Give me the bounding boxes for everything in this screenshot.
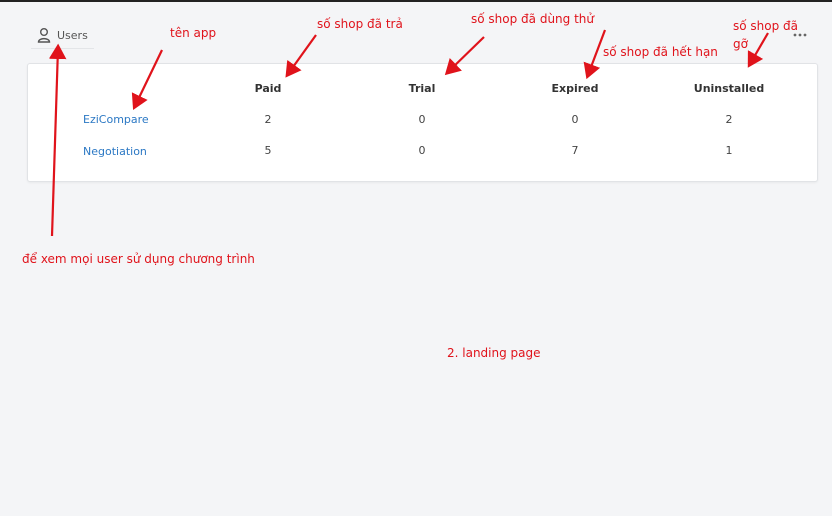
arrow-users [48,43,67,237]
arrow-app-name [131,49,163,110]
arrow-paid [285,34,317,78]
arrow-trial [444,36,485,76]
arrow-uninstalled [747,32,769,68]
annotation-arrows [48,29,769,237]
arrow-expired [583,29,607,80]
